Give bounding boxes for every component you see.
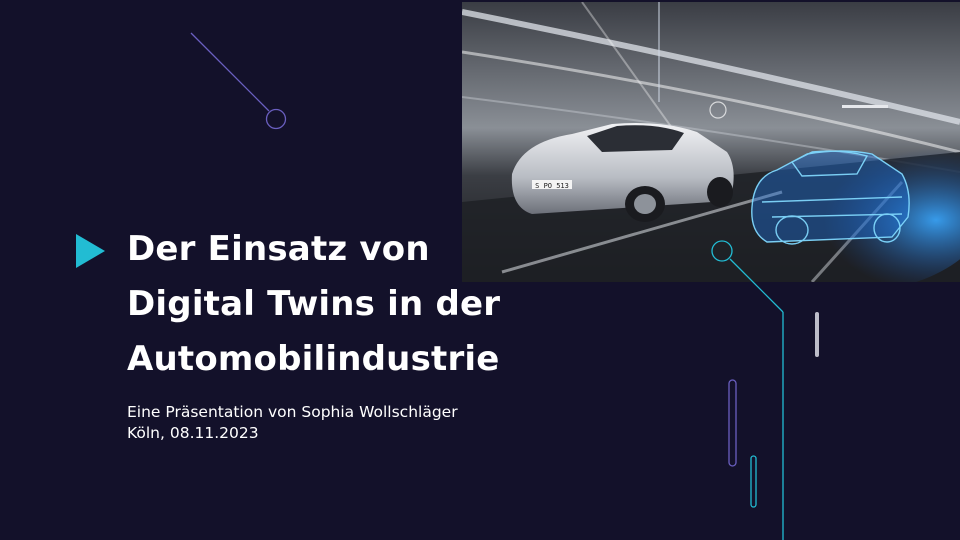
play-triangle-icon — [76, 234, 105, 268]
title-line: Automobilindustrie — [127, 339, 500, 379]
title-slide: S PO 513 Der Einsatz von Digital Twins i… — [0, 0, 960, 540]
license-plate-text: S PO 513 — [535, 182, 569, 190]
title-line: Digital Twins in der — [127, 284, 501, 324]
title-line: Der Einsatz von — [127, 229, 430, 269]
slide-title: Der Einsatz von Digital Twins in der Aut… — [127, 222, 597, 387]
presenter-line: Eine Präsentation von Sophia Wollschläge… — [127, 403, 458, 421]
location-date-line: Köln, 08.11.2023 — [127, 424, 259, 442]
slide-subtitle: Eine Präsentation von Sophia Wollschläge… — [127, 402, 458, 444]
